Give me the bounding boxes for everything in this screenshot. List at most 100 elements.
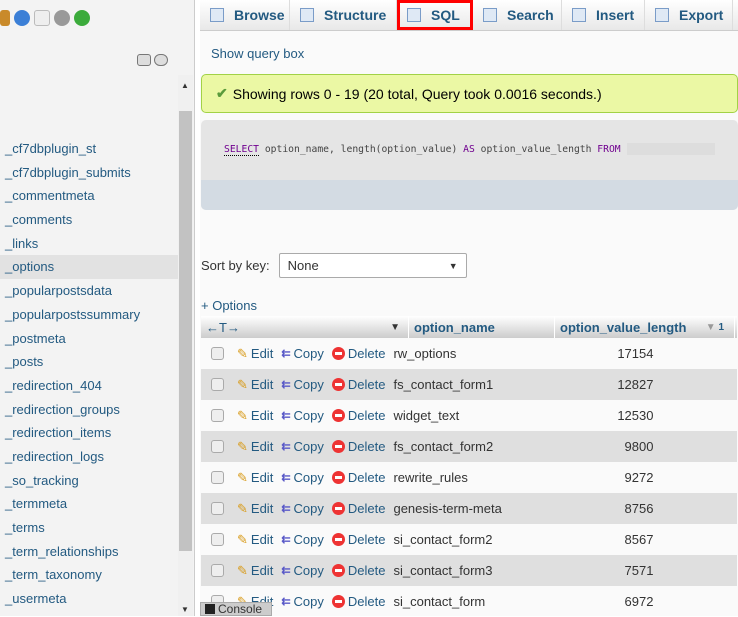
sort-by-key: Sort by key: None ▼: [201, 253, 467, 278]
row-checkbox[interactable]: [211, 502, 224, 515]
delete-icon: [331, 502, 345, 515]
delete-label: Delete: [347, 346, 386, 361]
copy-button[interactable]: ⇇ Copy: [281, 408, 324, 423]
collapse-all-icon[interactable]: [137, 54, 151, 66]
sidebar-table-item[interactable]: _usermeta: [0, 587, 178, 611]
delete-icon: [331, 347, 345, 360]
row-checkbox[interactable]: [211, 409, 224, 422]
sidebar-table-item[interactable]: _redirection_groups: [0, 398, 178, 422]
column-option-value-length[interactable]: option_value_length ▼ 1: [555, 316, 735, 338]
row-checkbox[interactable]: [211, 533, 224, 546]
edit-button[interactable]: ✎Edit: [237, 470, 273, 486]
row-checkbox[interactable]: [211, 347, 224, 360]
delete-button[interactable]: Delete: [331, 346, 386, 361]
sidebar-table-item[interactable]: _redirection_404: [0, 374, 178, 398]
sidebar-table-item[interactable]: _cf7dbplugin_submits: [0, 161, 178, 185]
delete-button[interactable]: Delete: [331, 470, 385, 485]
scroll-up-icon[interactable]: ▲: [181, 81, 189, 90]
edit-button[interactable]: ✎Edit: [237, 346, 273, 362]
sidebar-table-item[interactable]: _links: [0, 232, 178, 256]
edit-button[interactable]: ✎Edit: [237, 377, 273, 393]
edit-button[interactable]: ✎Edit: [237, 501, 273, 517]
column-resize-icon[interactable]: ←T→: [206, 320, 240, 335]
delete-button[interactable]: Delete: [331, 439, 385, 454]
edit-button[interactable]: ✎Edit: [237, 563, 273, 579]
tab-search[interactable]: Search: [473, 0, 562, 30]
edit-button[interactable]: ✎Edit: [237, 408, 273, 424]
delete-button[interactable]: Delete: [331, 501, 385, 516]
docs-icon[interactable]: [34, 10, 50, 26]
tab-export[interactable]: Export: [645, 0, 733, 30]
copy-button[interactable]: ⇇ Copy: [281, 594, 324, 609]
sidebar-table-item[interactable]: _posts: [0, 350, 178, 374]
sidebar-table-item[interactable]: _options: [0, 255, 178, 280]
copy-button[interactable]: ⇇ Copy: [281, 563, 324, 578]
table-row: ✎ Edit ⇇ Copy Delete si_contact_form2 8567: [201, 524, 737, 555]
logout-icon[interactable]: [0, 10, 10, 26]
copy-label: Copy: [293, 470, 324, 485]
results-table: ✎ Edit ⇇ Copy Delete rw_options 17154 ✎ Edi…: [201, 338, 737, 617]
sidebar-table-item[interactable]: _terms: [0, 516, 178, 540]
reload-icon[interactable]: [74, 10, 90, 26]
row-checkbox[interactable]: [211, 378, 224, 391]
sidebar-scrollbar[interactable]: ▲ ▼: [178, 75, 193, 616]
search-icon: [483, 8, 497, 22]
edit-button[interactable]: ✎Edit: [237, 439, 273, 455]
tab-label: Structure: [324, 7, 387, 23]
edit-label: Edit: [250, 346, 274, 361]
tab-sql[interactable]: SQL: [397, 0, 473, 30]
tab-structure[interactable]: Structure: [290, 0, 397, 30]
column-option-name[interactable]: option_name: [409, 316, 555, 338]
sidebar-table-item[interactable]: _cf7dbplugin_st: [0, 137, 178, 161]
edit-button[interactable]: ✎Edit: [237, 532, 273, 548]
delete-button[interactable]: Delete: [331, 408, 385, 423]
copy-icon: ⇇: [281, 472, 291, 484]
sidebar-table-item[interactable]: _so_tracking: [0, 469, 178, 493]
delete-button[interactable]: Delete: [331, 594, 385, 609]
sidebar-table-item[interactable]: _redirection_logs: [0, 445, 178, 469]
sidebar-table-item[interactable]: _redirection_items: [0, 421, 178, 445]
column-menu-icon[interactable]: ▼: [390, 322, 400, 333]
sidebar-table-item[interactable]: _comments: [0, 208, 178, 232]
scroll-thumb[interactable]: [179, 111, 192, 551]
edit-label: Edit: [250, 377, 274, 392]
copy-button[interactable]: ⇇ Copy: [281, 470, 324, 485]
row-checkbox[interactable]: [211, 564, 224, 577]
sidebar-table-item[interactable]: _commentmeta: [0, 184, 178, 208]
link-icon[interactable]: [154, 54, 168, 66]
gear-icon[interactable]: [54, 10, 70, 26]
sidebar-table-item[interactable]: _popularpostssummary: [0, 303, 178, 327]
delete-icon: [331, 440, 345, 453]
delete-icon: [331, 533, 345, 546]
sidebar-table-item[interactable]: _postmeta: [0, 327, 178, 351]
sql-keyword-select[interactable]: SELECT: [224, 144, 259, 156]
sidebar-table-item[interactable]: _termmeta: [0, 492, 178, 516]
delete-button[interactable]: Delete: [331, 532, 385, 547]
help-icon[interactable]: [14, 10, 30, 26]
tab-insert[interactable]: Insert: [562, 0, 645, 30]
copy-button[interactable]: ⇇ Copy: [281, 346, 324, 361]
options-link[interactable]: + Options: [201, 298, 257, 313]
copy-label: Copy: [293, 408, 324, 423]
sort-key-select[interactable]: None ▼: [278, 253, 467, 278]
copy-button[interactable]: ⇇ Copy: [281, 377, 324, 392]
tab-browse[interactable]: Browse: [200, 0, 290, 30]
tab-label: SQL: [431, 7, 460, 23]
delete-button[interactable]: Delete: [331, 377, 385, 392]
sidebar-table-item[interactable]: _popularpostsdata: [0, 279, 178, 303]
copy-button[interactable]: ⇇ Copy: [281, 532, 324, 547]
console-button[interactable]: Console: [200, 602, 272, 616]
delete-icon: [331, 409, 345, 422]
sidebar-table-item[interactable]: _term_taxonomy: [0, 563, 178, 587]
option-length-cell: 7571: [624, 563, 654, 578]
row-checkbox[interactable]: [211, 471, 224, 484]
show-query-box-link[interactable]: Show query box: [211, 46, 304, 61]
copy-icon: ⇇: [281, 565, 291, 577]
sort-desc-icon: ▼ 1: [705, 321, 724, 333]
delete-button[interactable]: Delete: [331, 563, 385, 578]
copy-button[interactable]: ⇇ Copy: [281, 439, 324, 454]
row-checkbox[interactable]: [211, 440, 224, 453]
copy-button[interactable]: ⇇ Copy: [281, 501, 324, 516]
scroll-down-icon[interactable]: ▼: [181, 605, 189, 614]
sidebar-table-item[interactable]: _term_relationships: [0, 540, 178, 564]
